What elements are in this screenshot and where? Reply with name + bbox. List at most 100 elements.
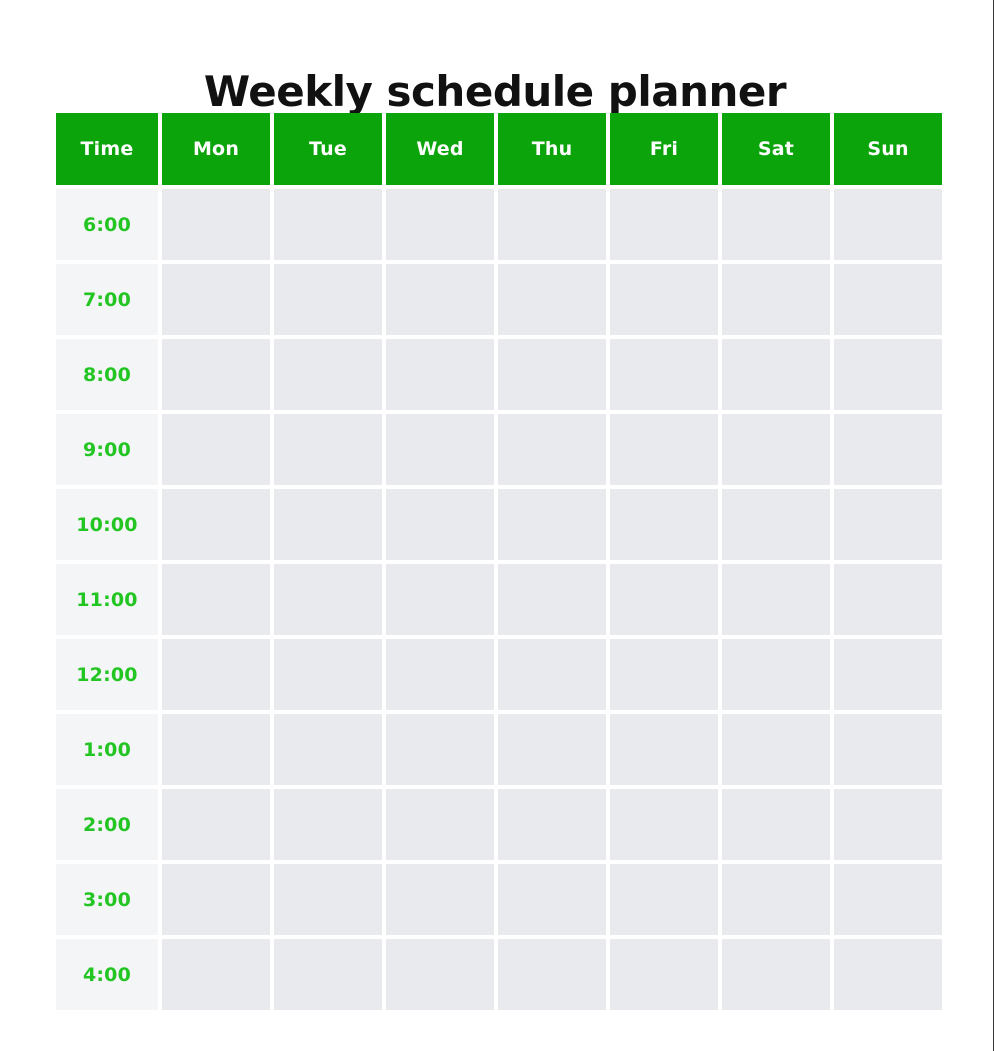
schedule-cell-thu[interactable] — [498, 864, 606, 935]
schedule-cell-mon[interactable] — [162, 939, 270, 1010]
schedule-cell-fri[interactable] — [610, 639, 718, 710]
schedule-cell-tue[interactable] — [274, 489, 382, 560]
schedule-cell-sat[interactable] — [722, 639, 830, 710]
schedule-cell-sun[interactable] — [834, 414, 942, 485]
table-row: 1:00 — [56, 714, 942, 789]
time-label: 4:00 — [56, 939, 158, 1010]
column-header-fri[interactable]: Fri — [610, 113, 718, 185]
table-row: 7:00 — [56, 264, 942, 339]
schedule-cell-thu[interactable] — [498, 339, 606, 410]
schedule-cell-tue[interactable] — [274, 339, 382, 410]
schedule-cell-mon[interactable] — [162, 639, 270, 710]
schedule-cell-sat[interactable] — [722, 564, 830, 635]
schedule-cell-mon[interactable] — [162, 714, 270, 785]
schedule-cell-mon[interactable] — [162, 339, 270, 410]
schedule-cell-sat[interactable] — [722, 339, 830, 410]
schedule-cell-thu[interactable] — [498, 414, 606, 485]
schedule-cell-sun[interactable] — [834, 564, 942, 635]
schedule-cell-sun[interactable] — [834, 864, 942, 935]
schedule-cell-sat[interactable] — [722, 939, 830, 1010]
schedule-cell-tue[interactable] — [274, 789, 382, 860]
schedule-cell-tue[interactable] — [274, 414, 382, 485]
schedule-cell-sun[interactable] — [834, 489, 942, 560]
time-label: 9:00 — [56, 414, 158, 485]
schedule-cell-fri[interactable] — [610, 339, 718, 410]
schedule-cell-fri[interactable] — [610, 864, 718, 935]
schedule-cell-thu[interactable] — [498, 564, 606, 635]
time-label: 2:00 — [56, 789, 158, 860]
page-title: Weekly schedule planner — [203, 67, 787, 117]
schedule-cell-wed[interactable] — [386, 864, 494, 935]
planner-page: Weekly schedule planner Time Mon Tue Wed Thu… — [0, 0, 994, 1051]
schedule-cell-sun[interactable] — [834, 714, 942, 785]
schedule-cell-wed[interactable] — [386, 789, 494, 860]
schedule-cell-wed[interactable] — [386, 189, 494, 260]
schedule-cell-sat[interactable] — [722, 714, 830, 785]
schedule-cell-thu[interactable] — [498, 714, 606, 785]
schedule-cell-thu[interactable] — [498, 639, 606, 710]
schedule-cell-fri[interactable] — [610, 489, 718, 560]
schedule-cell-sat[interactable] — [722, 789, 830, 860]
schedule-cell-wed[interactable] — [386, 339, 494, 410]
schedule-cell-tue[interactable] — [274, 189, 382, 260]
schedule-cell-mon[interactable] — [162, 564, 270, 635]
schedule-cell-tue[interactable] — [274, 264, 382, 335]
time-label: 6:00 — [56, 189, 158, 260]
schedule-cell-wed[interactable] — [386, 264, 494, 335]
weekly-schedule-table: Time Mon Tue Wed Thu Fri Sat Sun 6:00 7:00 8:00 9:… — [56, 113, 942, 1014]
schedule-cell-mon[interactable] — [162, 189, 270, 260]
schedule-cell-wed[interactable] — [386, 489, 494, 560]
schedule-cell-fri[interactable] — [610, 189, 718, 260]
schedule-cell-mon[interactable] — [162, 489, 270, 560]
table-row: 10:00 — [56, 489, 942, 564]
schedule-cell-tue[interactable] — [274, 714, 382, 785]
column-header-sat[interactable]: Sat — [722, 113, 830, 185]
schedule-cell-tue[interactable] — [274, 564, 382, 635]
table-row: 6:00 — [56, 189, 942, 264]
time-label: 7:00 — [56, 264, 158, 335]
column-header-wed[interactable]: Wed — [386, 113, 494, 185]
column-header-thu[interactable]: Thu — [498, 113, 606, 185]
schedule-cell-wed[interactable] — [386, 414, 494, 485]
schedule-cell-sat[interactable] — [722, 864, 830, 935]
schedule-cell-sun[interactable] — [834, 639, 942, 710]
schedule-cell-fri[interactable] — [610, 714, 718, 785]
schedule-cell-wed[interactable] — [386, 714, 494, 785]
schedule-cell-thu[interactable] — [498, 189, 606, 260]
schedule-cell-fri[interactable] — [610, 789, 718, 860]
schedule-cell-mon[interactable] — [162, 864, 270, 935]
schedule-cell-sun[interactable] — [834, 939, 942, 1010]
table-row: 11:00 — [56, 564, 942, 639]
schedule-cell-mon[interactable] — [162, 414, 270, 485]
schedule-cell-tue[interactable] — [274, 939, 382, 1010]
schedule-cell-tue[interactable] — [274, 864, 382, 935]
schedule-cell-sun[interactable] — [834, 264, 942, 335]
schedule-cell-wed[interactable] — [386, 564, 494, 635]
column-header-tue[interactable]: Tue — [274, 113, 382, 185]
schedule-cell-fri[interactable] — [610, 939, 718, 1010]
schedule-cell-mon[interactable] — [162, 264, 270, 335]
table-row: 3:00 — [56, 864, 942, 939]
schedule-cell-thu[interactable] — [498, 264, 606, 335]
schedule-cell-sun[interactable] — [834, 789, 942, 860]
schedule-cell-fri[interactable] — [610, 414, 718, 485]
schedule-cell-sun[interactable] — [834, 339, 942, 410]
schedule-cell-tue[interactable] — [274, 639, 382, 710]
time-label: 8:00 — [56, 339, 158, 410]
column-header-sun[interactable]: Sun — [834, 113, 942, 185]
schedule-cell-wed[interactable] — [386, 939, 494, 1010]
schedule-cell-thu[interactable] — [498, 939, 606, 1010]
schedule-cell-sat[interactable] — [722, 264, 830, 335]
schedule-cell-thu[interactable] — [498, 489, 606, 560]
schedule-cell-sat[interactable] — [722, 414, 830, 485]
schedule-cell-wed[interactable] — [386, 639, 494, 710]
schedule-cell-sun[interactable] — [834, 189, 942, 260]
schedule-cell-fri[interactable] — [610, 264, 718, 335]
schedule-cell-thu[interactable] — [498, 789, 606, 860]
schedule-cell-sat[interactable] — [722, 189, 830, 260]
column-header-time[interactable]: Time — [56, 113, 158, 185]
schedule-cell-fri[interactable] — [610, 564, 718, 635]
schedule-cell-mon[interactable] — [162, 789, 270, 860]
schedule-cell-sat[interactable] — [722, 489, 830, 560]
column-header-mon[interactable]: Mon — [162, 113, 270, 185]
